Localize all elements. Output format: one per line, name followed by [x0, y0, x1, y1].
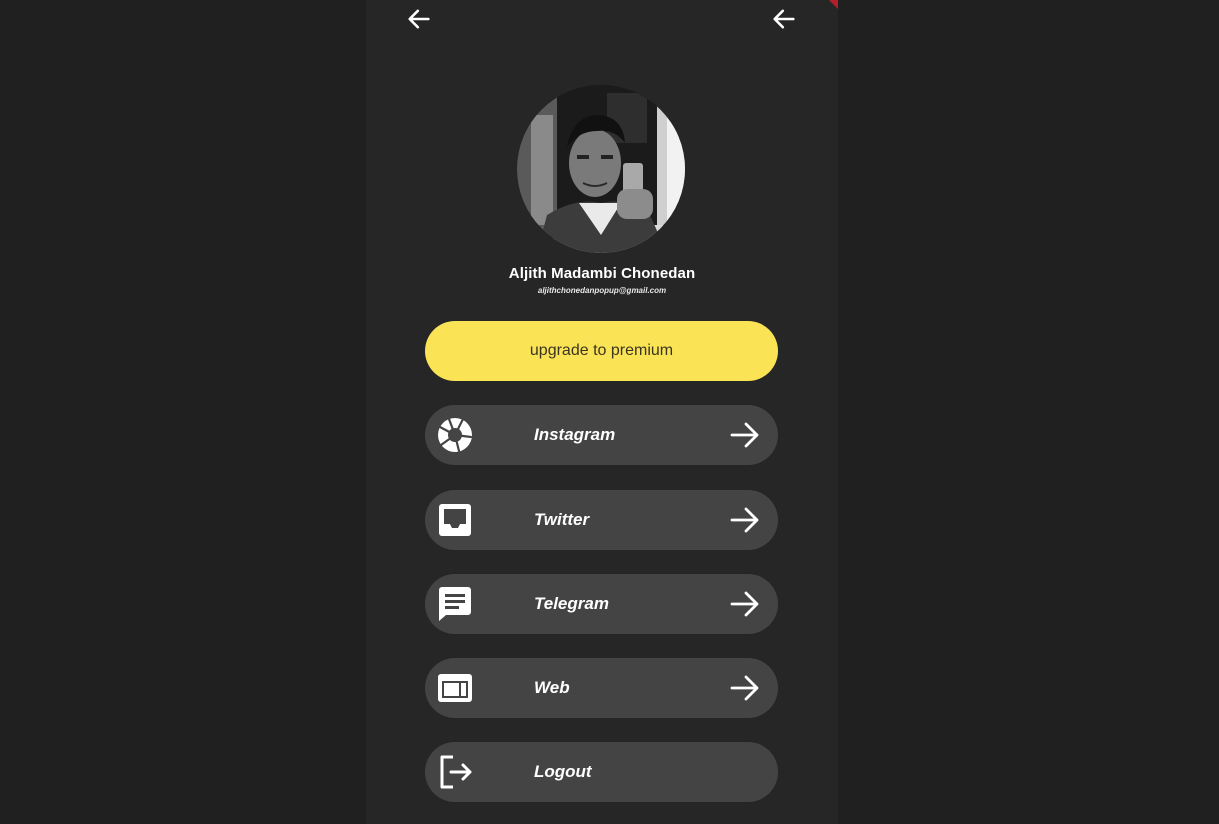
- back-button-left[interactable]: [404, 4, 434, 34]
- upgrade-premium-label: upgrade to premium: [529, 342, 674, 359]
- menu-item-twitter[interactable]: Twitter: [425, 490, 778, 550]
- menu-item-label: Twitter: [534, 510, 590, 529]
- chat-bubble-icon: [437, 586, 473, 622]
- web-window-icon: [437, 670, 473, 706]
- menu-item-label: Telegram: [534, 594, 609, 613]
- back-button-right[interactable]: [769, 4, 799, 34]
- profile-name: Aljith Madambi Chonedan: [508, 265, 696, 282]
- arrow-left-icon: [408, 9, 430, 29]
- menu-item-logout[interactable]: Logout: [425, 742, 778, 802]
- upgrade-premium-button[interactable]: upgrade to premium: [425, 321, 778, 381]
- arrow-right-icon: [729, 589, 761, 619]
- profile-photo: [517, 85, 685, 253]
- arrow-right-icon: [729, 420, 761, 450]
- profile-email: aljithchonedanpopup@gmail.com: [537, 286, 667, 295]
- corner-marker: [829, 0, 838, 9]
- avatar: [517, 85, 685, 253]
- menu-item-web[interactable]: Web: [425, 658, 778, 718]
- app-screen: Aljith Madambi Chonedan aljithchonedanpo…: [366, 0, 838, 824]
- logout-icon: [437, 754, 473, 790]
- menu-item-instagram[interactable]: Instagram: [425, 405, 778, 465]
- arrow-left-icon: [773, 9, 795, 29]
- menu-item-label: Instagram: [534, 425, 616, 444]
- page: Aljith Madambi Chonedan aljithchonedanpo…: [0, 0, 1219, 824]
- menu-item-label: Logout: [534, 762, 592, 781]
- menu-item-telegram[interactable]: Telegram: [425, 574, 778, 634]
- inbox-tray-icon: [437, 502, 473, 538]
- arrow-right-icon: [729, 505, 761, 535]
- menu-item-label: Web: [534, 678, 570, 697]
- arrow-right-icon: [729, 673, 761, 703]
- camera-aperture-icon: [437, 417, 473, 453]
